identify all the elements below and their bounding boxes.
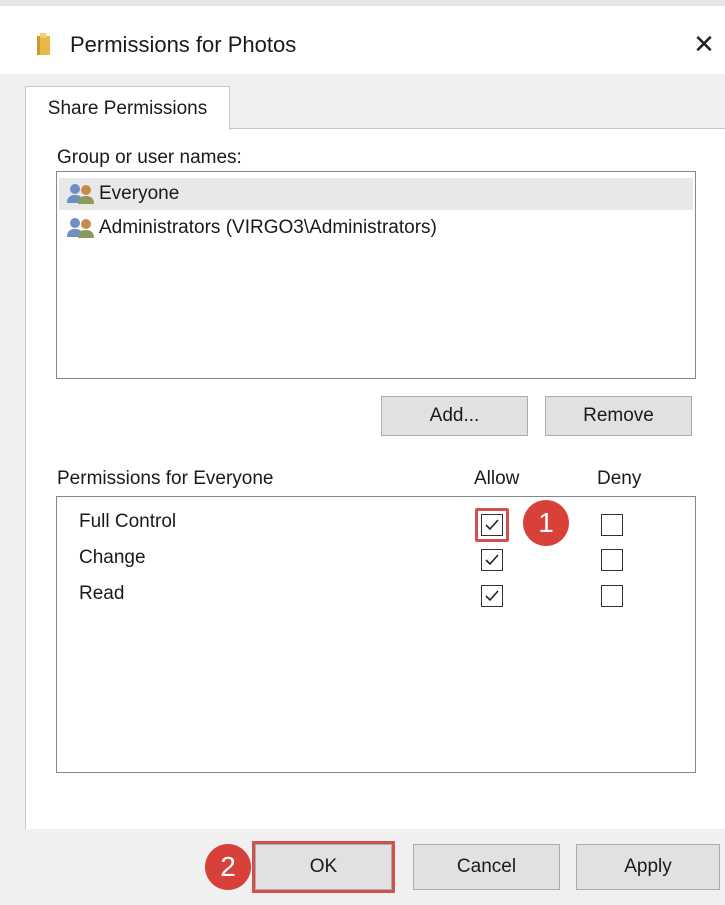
close-icon[interactable]: ✕ (693, 29, 715, 60)
step-1-badge: 1 (523, 500, 569, 546)
list-item-administrators[interactable]: Administrators (VIRGO3\Administrators) (59, 212, 693, 244)
tab-label: Share Permissions (47, 97, 208, 119)
apply-button[interactable]: Apply (576, 844, 720, 890)
permission-name-change: Change (79, 547, 146, 568)
list-item-everyone[interactable]: Everyone (59, 178, 693, 210)
tab-share-permissions[interactable]: Share Permissions (25, 86, 230, 130)
checkbox-allow-full-control[interactable] (481, 514, 503, 536)
permission-name-read: Read (79, 583, 125, 604)
users-listbox[interactable]: Everyone Administrators (VIRGO3\Administ… (56, 171, 696, 379)
checkmark-icon (485, 554, 499, 566)
users-icon (67, 184, 94, 204)
close-button[interactable]: ✕ (686, 26, 722, 62)
checkbox-allow-change[interactable] (481, 549, 503, 571)
dialog-title: Permissions for Photos (70, 32, 297, 57)
cancel-button[interactable]: Cancel (413, 844, 560, 890)
permissions-for-label: Permissions for Everyone (57, 468, 274, 489)
checkmark-icon (485, 590, 499, 602)
checkbox-deny-read[interactable] (601, 585, 623, 607)
folder-icon (37, 33, 50, 55)
add-button[interactable]: Add... (381, 396, 528, 436)
user-name: Everyone (99, 183, 180, 204)
permission-name-full-control: Full Control (79, 511, 177, 532)
permissions-list: Full Control Change Read (56, 496, 696, 773)
remove-button[interactable]: Remove (545, 396, 692, 436)
checkmark-icon (485, 519, 499, 531)
permissions-dialog: Permissions for Photos ✕ Share Permissio… (0, 0, 725, 905)
step-2-badge: 2 (205, 844, 251, 890)
checkbox-allow-read[interactable] (481, 585, 503, 607)
checkbox-deny-change[interactable] (601, 549, 623, 571)
deny-column-header: Deny (597, 468, 642, 489)
checkbox-deny-full-control[interactable] (601, 514, 623, 536)
user-name: Administrators (VIRGO3\Administrators) (99, 217, 437, 238)
allow-column-header: Allow (474, 468, 520, 489)
ok-button[interactable]: OK (255, 844, 392, 890)
users-icon (67, 218, 94, 238)
title-bar: Permissions for Photos ✕ (0, 6, 725, 74)
group-or-user-names-label: Group or user names: (57, 147, 242, 168)
